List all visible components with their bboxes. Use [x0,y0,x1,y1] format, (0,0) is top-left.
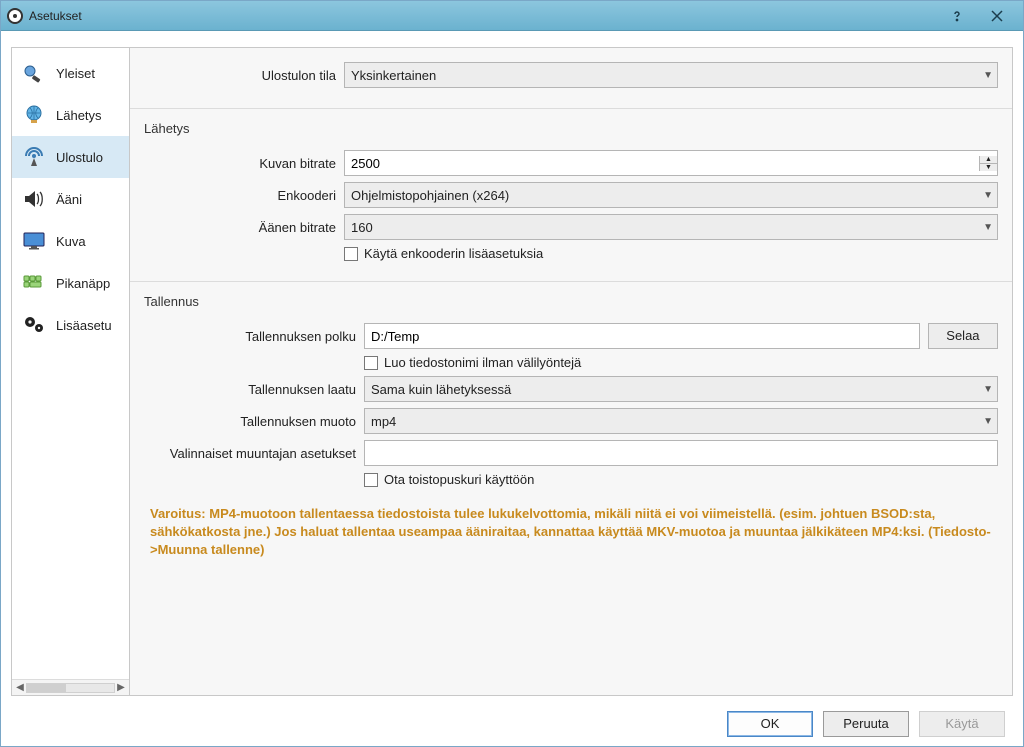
chevron-down-icon: ▼ [983,416,993,427]
encoder-select[interactable]: Ohjelmistopohjainen (x264) ▼ [344,182,998,208]
stream-section: Lähetys Kuvan bitrate ▲ ▼ [130,108,1012,281]
globe-icon [20,104,48,126]
recording-format-value: mp4 [371,414,396,429]
chevron-down-icon: ▼ [983,222,993,233]
titlebar: Asetukset [1,1,1023,31]
replay-buffer-label: Ota toistopuskuri käyttöön [384,472,534,487]
stream-title: Lähetys [144,117,998,144]
sidebar: Yleiset Lähetys Ulostulo [12,48,130,695]
nav-list: Yleiset Lähetys Ulostulo [12,48,129,350]
sidebar-item-output[interactable]: Ulostulo [12,136,129,178]
checkbox-box-icon [344,247,358,261]
gears-icon [20,314,48,336]
checkbox-box-icon [364,473,378,487]
content-panel: Ulostulon tila Yksinkertainen ▼ Lähetys … [130,48,1012,695]
chevron-down-icon: ▼ [983,384,993,395]
recording-path-input[interactable] [364,323,920,349]
sidebar-item-audio[interactable]: Ääni [12,178,129,220]
sidebar-item-label: Lisäasetu [56,318,112,333]
sidebar-item-label: Lähetys [56,108,102,123]
output-mode-select[interactable]: Yksinkertainen ▼ [344,62,998,88]
scroll-right-icon[interactable]: ▶ [115,682,127,693]
output-mode-value: Yksinkertainen [351,68,436,83]
sidebar-item-label: Yleiset [56,66,95,81]
sidebar-item-general[interactable]: Yleiset [12,52,129,94]
audio-bitrate-value: 160 [351,220,373,235]
replay-buffer-checkbox[interactable]: Ota toistopuskuri käyttöön [364,472,534,487]
sidebar-scrollbar[interactable]: ◀ ▶ [12,679,129,695]
chevron-down-icon: ▼ [983,190,993,201]
recording-quality-value: Sama kuin lähetyksessä [371,382,511,397]
keyboard-icon [20,272,48,294]
sidebar-item-advanced[interactable]: Lisäasetu [12,304,129,346]
speaker-icon [20,188,48,210]
advanced-encoder-checkbox[interactable]: Käytä enkooderin lisäasetuksia [344,246,543,261]
scroll-thumb[interactable] [27,684,66,692]
help-button[interactable] [937,2,977,30]
browse-button[interactable]: Selaa [928,323,998,349]
video-bitrate-label: Kuvan bitrate [144,156,344,171]
encoder-value: Ohjelmistopohjainen (x264) [351,188,509,203]
close-button[interactable] [977,2,1017,30]
body: Yleiset Lähetys Ulostulo [11,47,1013,696]
recording-quality-select[interactable]: Sama kuin lähetyksessä ▼ [364,376,998,402]
settings-window: Asetukset Yleiset [0,0,1024,747]
muxer-input[interactable] [364,440,998,466]
nospace-label: Luo tiedostonimi ilman välilyöntejä [384,355,581,370]
chevron-down-icon: ▼ [983,70,993,81]
cancel-button[interactable]: Peruuta [823,711,909,737]
apply-button[interactable]: Käytä [919,711,1005,737]
button-bar: OK Peruuta Käytä [3,704,1021,744]
sidebar-item-hotkeys[interactable]: Pikanäpp [12,262,129,304]
encoder-label: Enkooderi [144,188,344,203]
monitor-icon [20,230,48,252]
recording-format-select[interactable]: mp4 ▼ [364,408,998,434]
recording-format-label: Tallennuksen muoto [144,414,364,429]
output-mode-section: Ulostulon tila Yksinkertainen ▼ [130,48,1012,108]
wrench-icon [20,62,48,84]
ok-button[interactable]: OK [727,711,813,737]
sidebar-item-label: Pikanäpp [56,276,110,291]
video-bitrate-value[interactable] [345,151,979,175]
video-bitrate-input[interactable]: ▲ ▼ [344,150,998,176]
spin-up-icon[interactable]: ▲ [980,156,997,164]
sidebar-item-label: Ulostulo [56,150,103,165]
recording-quality-label: Tallennuksen laatu [144,382,364,397]
audio-bitrate-label: Äänen bitrate [144,220,344,235]
antenna-icon [20,146,48,168]
recording-path-label: Tallennuksen polku [144,329,364,344]
checkbox-box-icon [364,356,378,370]
sidebar-item-video[interactable]: Kuva [12,220,129,262]
app-icon [7,8,23,24]
muxer-label: Valinnaiset muuntajan asetukset [144,446,364,461]
audio-bitrate-select[interactable]: 160 ▼ [344,214,998,240]
window-title: Asetukset [29,9,937,23]
scroll-left-icon[interactable]: ◀ [14,682,26,693]
spin-down-icon[interactable]: ▼ [980,164,997,171]
client-area: Yleiset Lähetys Ulostulo [1,31,1023,746]
sidebar-item-label: Ääni [56,192,82,207]
sidebar-item-label: Kuva [56,234,86,249]
nospace-checkbox[interactable]: Luo tiedostonimi ilman välilyöntejä [364,355,581,370]
advanced-encoder-label: Käytä enkooderin lisäasetuksia [364,246,543,261]
recording-section: Tallennus Tallennuksen polku Selaa [130,281,1012,584]
sidebar-item-stream[interactable]: Lähetys [12,94,129,136]
scroll-track[interactable] [26,683,115,693]
output-mode-label: Ulostulon tila [144,68,344,83]
recording-title: Tallennus [144,290,998,317]
mp4-warning: Varoitus: MP4-muotoon tallentaessa tiedo… [150,505,992,560]
